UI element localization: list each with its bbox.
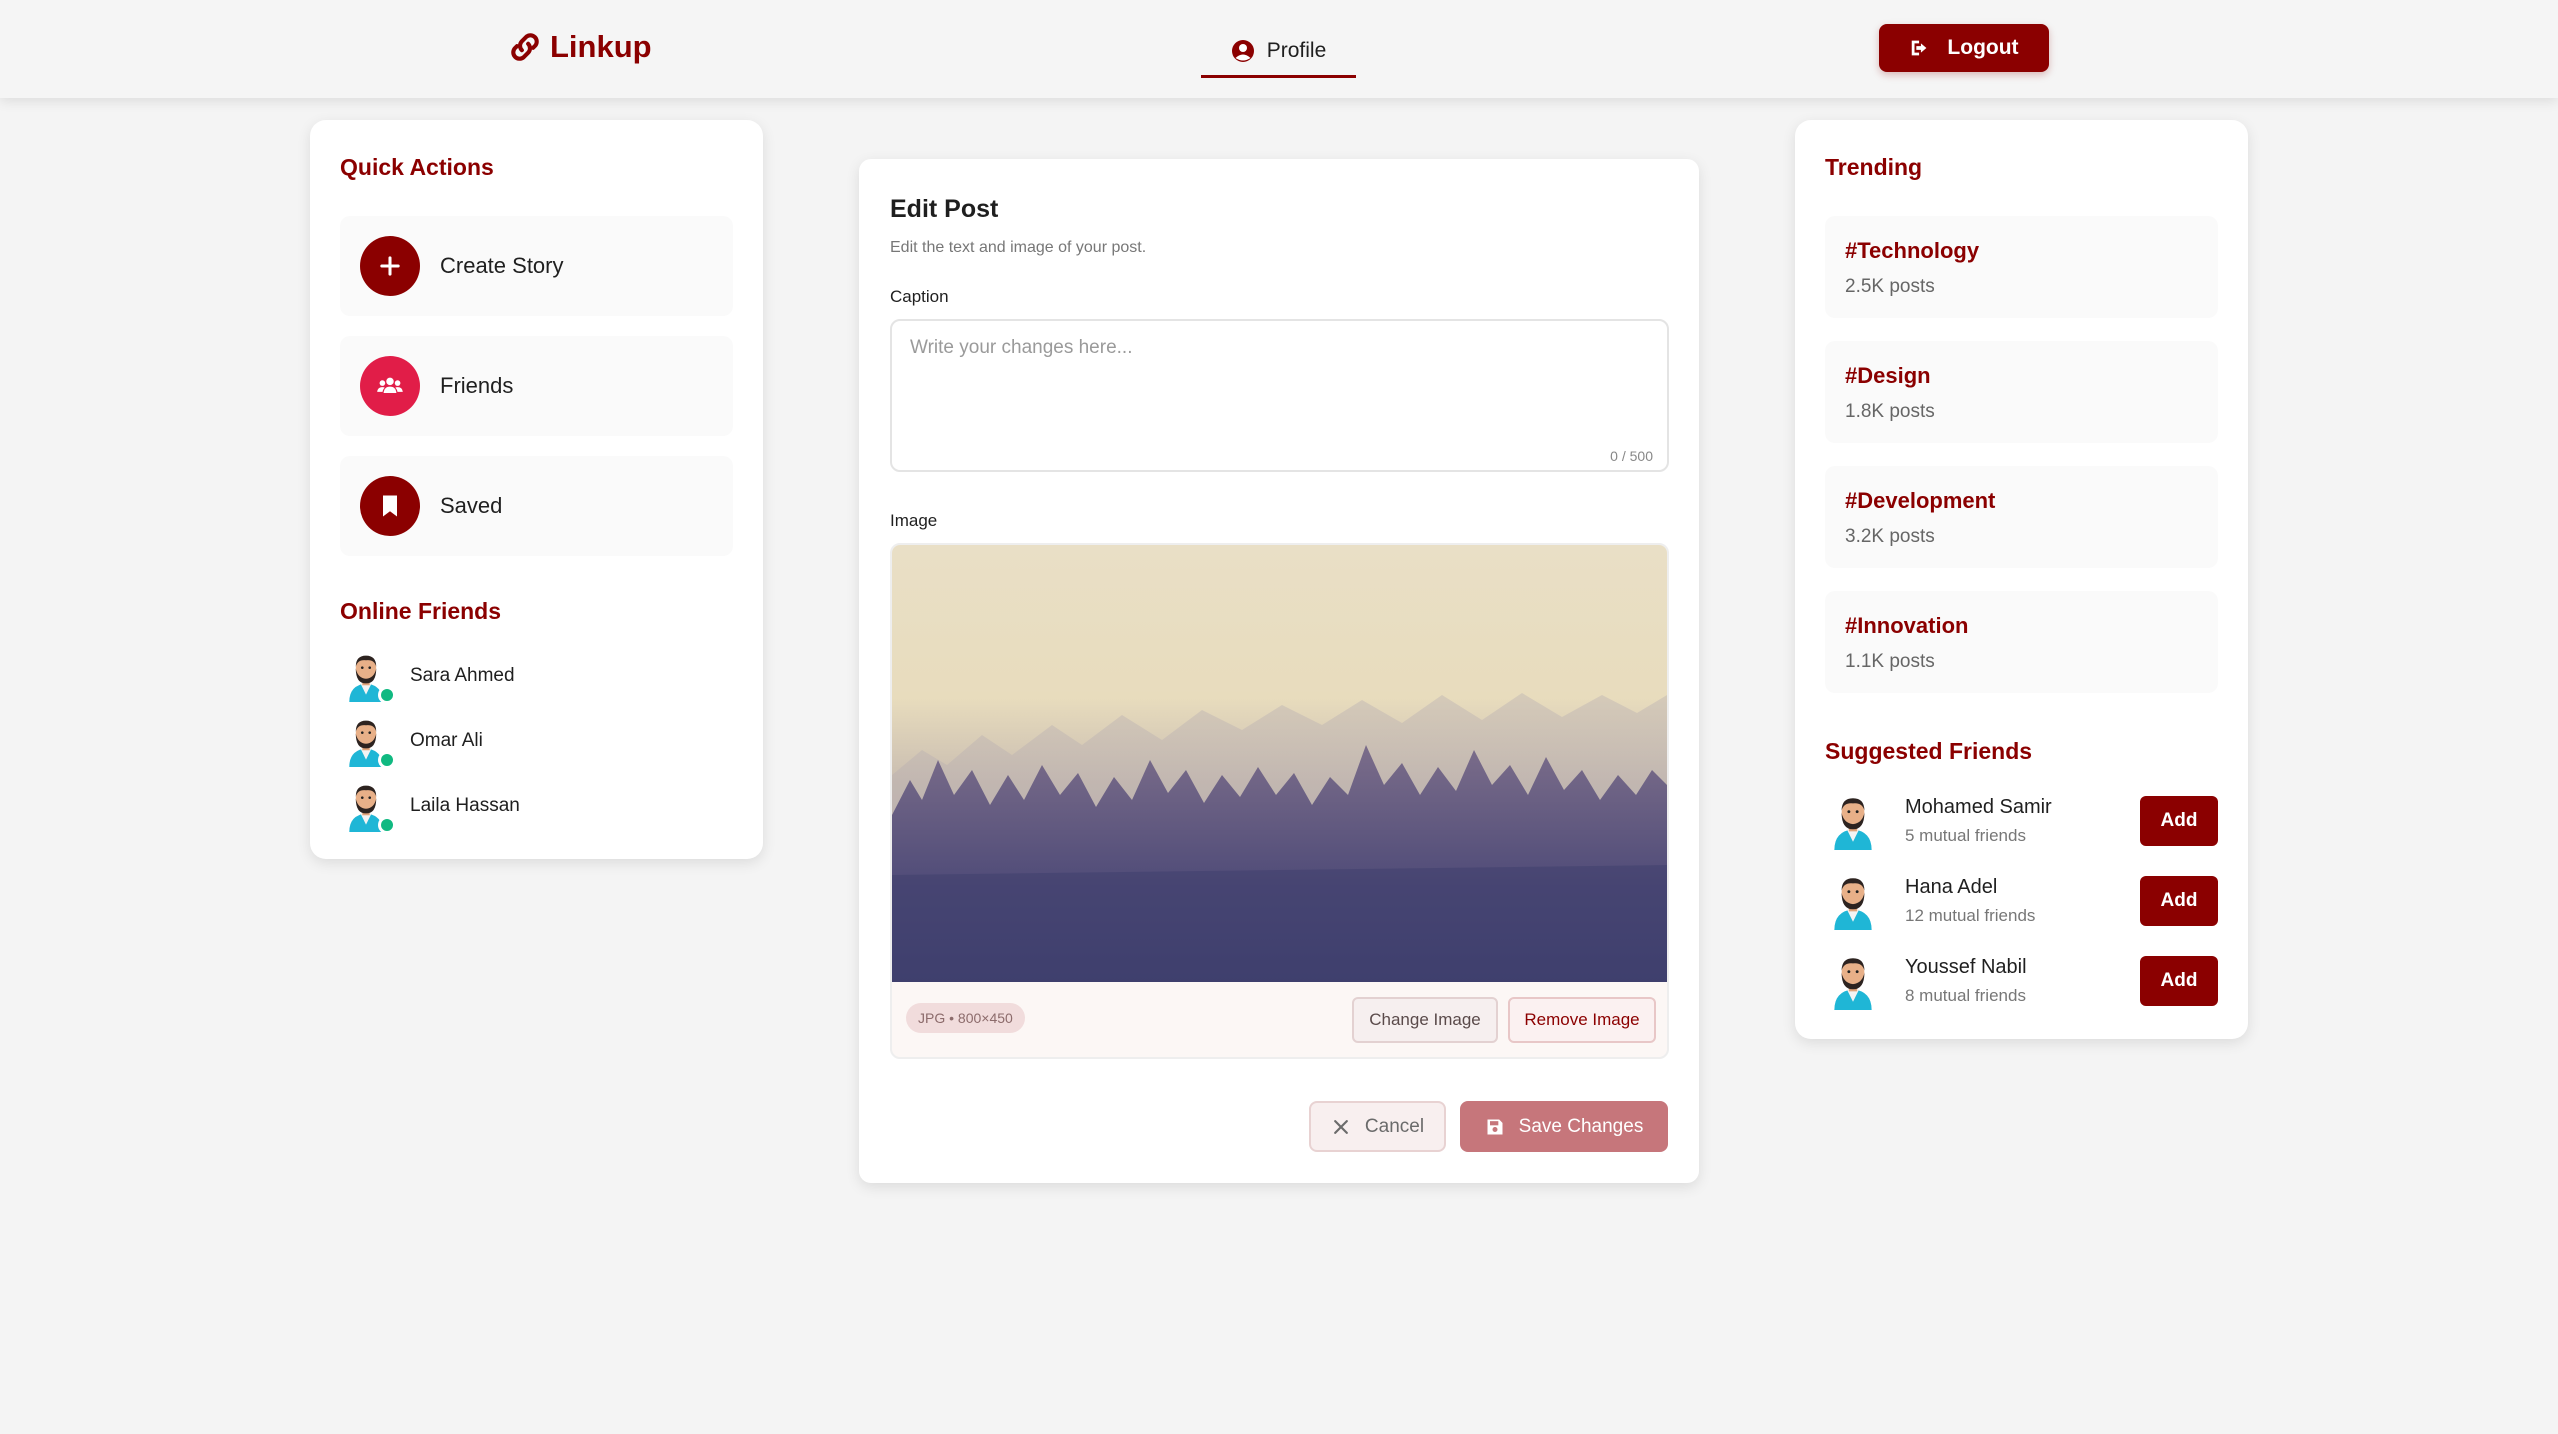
quick-action-label: Create Story [440, 253, 564, 278]
suggested-friends-title: Suggested Friends [1825, 738, 2033, 764]
image-uploader: JPG • 800×450 Change Image Remove Image [890, 543, 1669, 1059]
user-circle-icon [1231, 39, 1254, 62]
edit-post-title: Edit Post [890, 195, 999, 223]
online-friend-item[interactable]: Sara Ahmed [340, 650, 515, 704]
brand-name: Linkup [550, 29, 652, 64]
floppy-disk-icon [1487, 1119, 1503, 1134]
post-image-preview [892, 545, 1667, 982]
caption-input[interactable] [910, 337, 1650, 427]
online-status-dot [378, 686, 396, 704]
trending-item[interactable]: #Technology 2.5K posts [1825, 216, 2218, 318]
mutual-friends-count: 12 mutual friends [1905, 906, 2036, 925]
save-label: Save Changes [1518, 1115, 1644, 1137]
suggested-friend-name: Hana Adel [1905, 876, 1998, 898]
bookmark-icon [360, 476, 420, 536]
image-label: Image [890, 511, 938, 530]
edit-post-card: Edit Post Edit the text and image of you… [859, 159, 1699, 1183]
trending-count: 2.5K posts [1845, 276, 1935, 297]
logout-label: Logout [1947, 36, 2019, 59]
suggested-friend-item: Mohamed Samir 5 mutual friends Add [1825, 790, 2218, 852]
nav-profile-tab[interactable]: Profile [1201, 26, 1356, 78]
cancel-button[interactable]: Cancel [1309, 1101, 1446, 1152]
sign-out-icon [1912, 40, 1927, 56]
change-image-button[interactable]: Change Image [1352, 997, 1498, 1043]
logout-button[interactable]: Logout [1879, 24, 2049, 72]
image-meta-badge: JPG • 800×450 [906, 1003, 1025, 1033]
trending-count: 1.1K posts [1845, 651, 1935, 672]
trending-tag: #Design [1845, 363, 1931, 388]
quick-action-saved[interactable]: Saved [340, 456, 733, 556]
add-friend-button[interactable]: Add [2140, 876, 2218, 926]
online-friends-title: Online Friends [340, 598, 502, 624]
plus-icon [360, 236, 420, 296]
trending-tag: #Innovation [1845, 613, 1969, 638]
suggested-friend-name: Youssef Nabil [1905, 956, 2027, 978]
suggested-friend-item: Hana Adel 12 mutual friends Add [1825, 870, 2218, 932]
avatar [340, 650, 396, 704]
left-sidebar: Quick Actions Create Story Friends Saved… [310, 120, 763, 859]
trending-title: Trending [1825, 154, 1923, 180]
trending-count: 3.2K posts [1845, 526, 1935, 547]
trending-tag: #Development [1845, 488, 1996, 513]
online-friend-item[interactable]: Laila Hassan [340, 780, 520, 834]
quick-action-label: Friends [440, 373, 514, 398]
avatar [1825, 952, 1881, 1010]
trending-count: 1.8K posts [1845, 401, 1935, 422]
caption-label: Caption [890, 287, 949, 306]
trending-item[interactable]: #Design 1.8K posts [1825, 341, 2218, 443]
add-friend-button[interactable]: Add [2140, 956, 2218, 1006]
online-status-dot [378, 816, 396, 834]
quick-action-create-story[interactable]: Create Story [340, 216, 733, 316]
right-sidebar: Trending #Technology 2.5K posts #Design … [1795, 120, 2248, 1039]
trending-item[interactable]: #Development 3.2K posts [1825, 466, 2218, 568]
suggested-friend-name: Mohamed Samir [1905, 796, 2052, 818]
link-icon [511, 33, 539, 61]
close-icon [1334, 1119, 1348, 1134]
mutual-friends-count: 8 mutual friends [1905, 986, 2026, 1005]
trending-tag: #Technology [1845, 238, 1980, 263]
online-friend-item[interactable]: Omar Ali [340, 715, 483, 769]
caption-field: 0 / 500 [890, 319, 1669, 472]
cancel-label: Cancel [1364, 1115, 1425, 1137]
trending-item[interactable]: #Innovation 1.1K posts [1825, 591, 2218, 693]
add-friend-button[interactable]: Add [2140, 796, 2218, 846]
online-friend-name: Omar Ali [410, 730, 483, 751]
edit-post-subtitle: Edit the text and image of your post. [890, 239, 1147, 256]
remove-image-button[interactable]: Remove Image [1508, 997, 1656, 1043]
users-icon [360, 356, 420, 416]
quick-action-label: Saved [440, 493, 503, 518]
brand-logo[interactable]: Linkup [506, 28, 652, 66]
top-navbar: Linkup Profile Logout [0, 0, 2558, 98]
online-friend-name: Sara Ahmed [410, 665, 515, 686]
char-counter: 0 / 500 [1610, 448, 1653, 464]
mutual-friends-count: 5 mutual friends [1905, 826, 2026, 845]
online-status-dot [378, 751, 396, 769]
avatar [340, 715, 396, 769]
avatar [1825, 872, 1881, 930]
nav-profile-label: Profile [1266, 38, 1327, 62]
suggested-friend-item: Youssef Nabil 8 mutual friends Add [1825, 950, 2218, 1012]
avatar [1825, 792, 1881, 850]
avatar [340, 780, 396, 834]
quick-actions-title: Quick Actions [340, 154, 494, 180]
save-changes-button[interactable]: Save Changes [1460, 1101, 1668, 1152]
online-friend-name: Laila Hassan [410, 795, 520, 816]
quick-action-friends[interactable]: Friends [340, 336, 733, 436]
